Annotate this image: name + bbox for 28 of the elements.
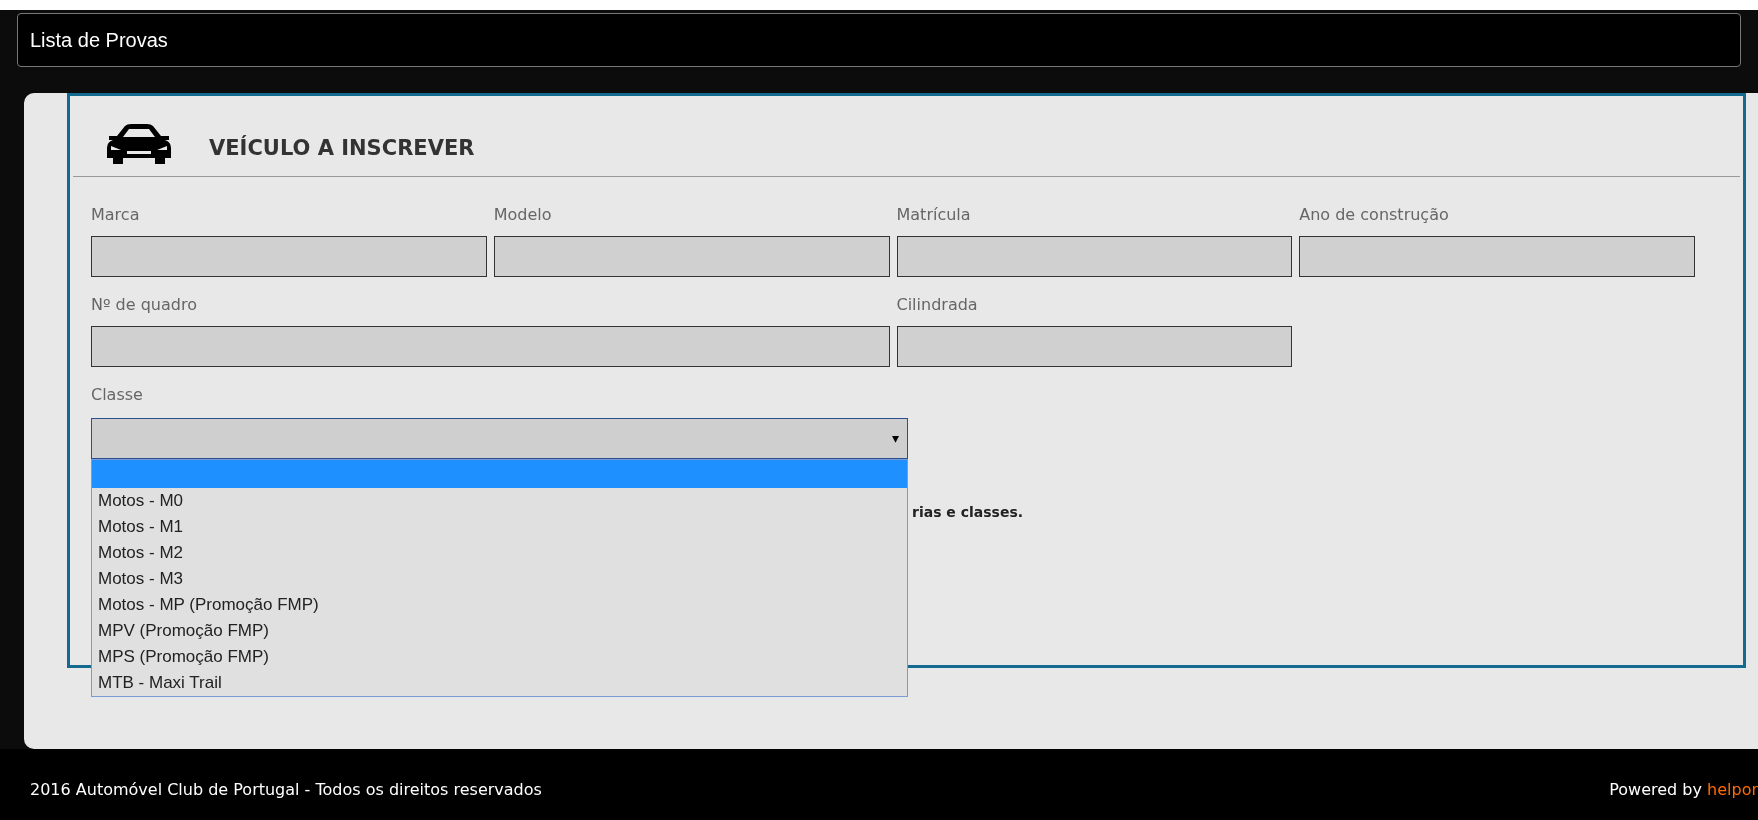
input-field[interactable] — [91, 236, 487, 277]
header-title: Lista de Provas — [30, 28, 168, 53]
note-text: rias e classes. — [912, 503, 1024, 522]
field-label: Matrícula — [896, 204, 972, 226]
class-select[interactable]: ▾ — [91, 418, 908, 459]
dropdown-option[interactable]: MPV (Promoção FMP) — [92, 618, 907, 644]
input-field[interactable] — [896, 326, 1293, 367]
field-label: Marca — [91, 204, 141, 226]
field-label: Modelo — [493, 204, 553, 226]
copyright-text: 2016 Automóvel Club de Portugal - Todos os direitos reservados — [30, 778, 542, 801]
dropdown-option[interactable]: Motos - MP (Promoção FMP) — [92, 592, 907, 618]
powered-by-text: Powered by helpor — [1609, 778, 1758, 801]
dropdown-option[interactable]: Motos - M1 — [92, 514, 907, 540]
dropdown-option[interactable]: Motos - M3 — [92, 566, 907, 592]
dropdown-option[interactable]: MPS (Promoção FMP) — [92, 644, 907, 670]
input-field[interactable] — [1299, 236, 1695, 277]
dropdown-option[interactable]: Motos - M0 — [92, 488, 907, 514]
field-label: Cilindrada — [896, 294, 979, 316]
input-field[interactable] — [91, 326, 890, 367]
field-label: Nº de quadro — [91, 294, 198, 316]
input-field[interactable] — [896, 236, 1293, 277]
dropdown-option[interactable]: MTB - Maxi Trail — [92, 670, 907, 696]
dropdown-arrow: ▾ — [891, 429, 899, 448]
section-title: VEÍCULO A INSCREVER — [209, 134, 475, 162]
field-label: Ano de construção — [1299, 204, 1450, 226]
input-field[interactable] — [493, 236, 890, 277]
dropdown-option[interactable]: Motos - M2 — [92, 540, 907, 566]
field-label: Classe — [91, 384, 144, 406]
